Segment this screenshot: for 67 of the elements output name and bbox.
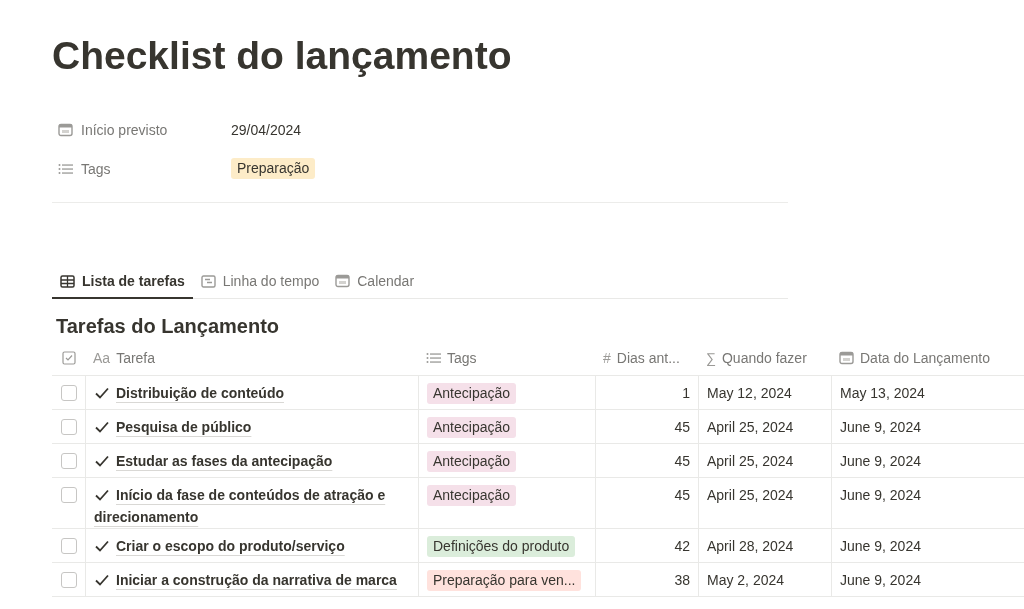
table-cell: 38 [674, 572, 690, 588]
table-cell: April 25, 2024 [707, 487, 794, 503]
type-glyph: ∑ [706, 350, 716, 366]
table-cell: June 9, 2024 [840, 572, 921, 588]
type-glyph: # [603, 350, 611, 366]
table-cell: June 9, 2024 [840, 453, 921, 469]
type-glyph: Aa [93, 350, 111, 366]
table-cell: 42 [674, 538, 690, 554]
calendar-icon [335, 274, 351, 288]
timeline-icon [200, 274, 216, 288]
property-label: Início previsto [81, 121, 168, 138]
task-title[interactable]: Início da fase de conteúdos de atração e direcionamento [94, 484, 410, 528]
table-title: Tarefas do Lançamento [56, 314, 281, 339]
checkbox[interactable] [60, 538, 77, 554]
tag: Preparação [231, 158, 316, 179]
property-label: Tags [81, 160, 111, 177]
table-cell: June 9, 2024 [840, 487, 921, 503]
check-icon [94, 386, 110, 400]
table-cell: May 2, 2024 [707, 572, 785, 588]
property-value: 29/04/2024 [231, 121, 302, 138]
table-cell: April 25, 2024 [707, 453, 794, 469]
table-cell: April 25, 2024 [707, 419, 794, 435]
tag: Antecipação [427, 485, 517, 506]
list-icon [58, 162, 73, 175]
task-title[interactable]: Distribuição de conteúdo [94, 382, 284, 404]
column-header[interactable]: ∑ Quando fazer [698, 341, 831, 376]
table-cell: 1 [682, 385, 690, 401]
view-tab[interactable]: Lista de tarefas [52, 265, 193, 299]
table-cell: May 13, 2024 [840, 385, 925, 401]
table-cell: 45 [674, 419, 690, 435]
check-icon [94, 454, 110, 468]
table-cell: April 28, 2024 [707, 538, 794, 554]
column-header[interactable]: Data do Lançamento [831, 341, 1024, 376]
check-icon [94, 539, 110, 553]
tag: Antecipação [427, 417, 517, 438]
checkbox-icon [61, 351, 76, 365]
calendar-icon [58, 122, 73, 137]
calendar-icon [839, 351, 854, 365]
task-title[interactable]: Pesquisa de público [94, 416, 252, 438]
check-icon [94, 573, 110, 587]
checkbox[interactable] [60, 385, 77, 401]
table-cell: 45 [674, 487, 690, 503]
view-tab[interactable]: Linha do tempo [192, 265, 328, 299]
column-header[interactable]: Tags [418, 341, 595, 376]
check-icon [94, 488, 110, 502]
page-title: Checklist do lançamento [52, 33, 513, 79]
table-cell: May 12, 2024 [707, 385, 792, 401]
checkbox[interactable] [60, 419, 77, 435]
tag: Preparação para ven... [427, 570, 582, 591]
tag: Antecipação [427, 383, 517, 404]
checkbox[interactable] [60, 453, 77, 469]
check-icon [94, 420, 110, 434]
column-header[interactable]: # Dias ant... [595, 341, 698, 376]
table-icon [60, 274, 75, 288]
task-title[interactable]: Iniciar a construção da narrativa de marca [94, 569, 397, 591]
tag: Definições do produto [427, 536, 576, 557]
task-title[interactable]: Criar o escopo do produto/serviço [94, 535, 345, 557]
task-title[interactable]: Estudar as fases da antecipação [94, 450, 333, 472]
tag: Antecipação [427, 451, 517, 472]
table-cell: 45 [674, 453, 690, 469]
table-cell: June 9, 2024 [840, 538, 921, 554]
checkbox[interactable] [60, 487, 77, 503]
checkbox[interactable] [60, 572, 77, 588]
table-cell: June 9, 2024 [840, 419, 921, 435]
view-tab[interactable]: Calendar [327, 265, 423, 299]
column-header[interactable]: Aa Tarefa [85, 341, 418, 376]
list-icon [426, 352, 441, 364]
